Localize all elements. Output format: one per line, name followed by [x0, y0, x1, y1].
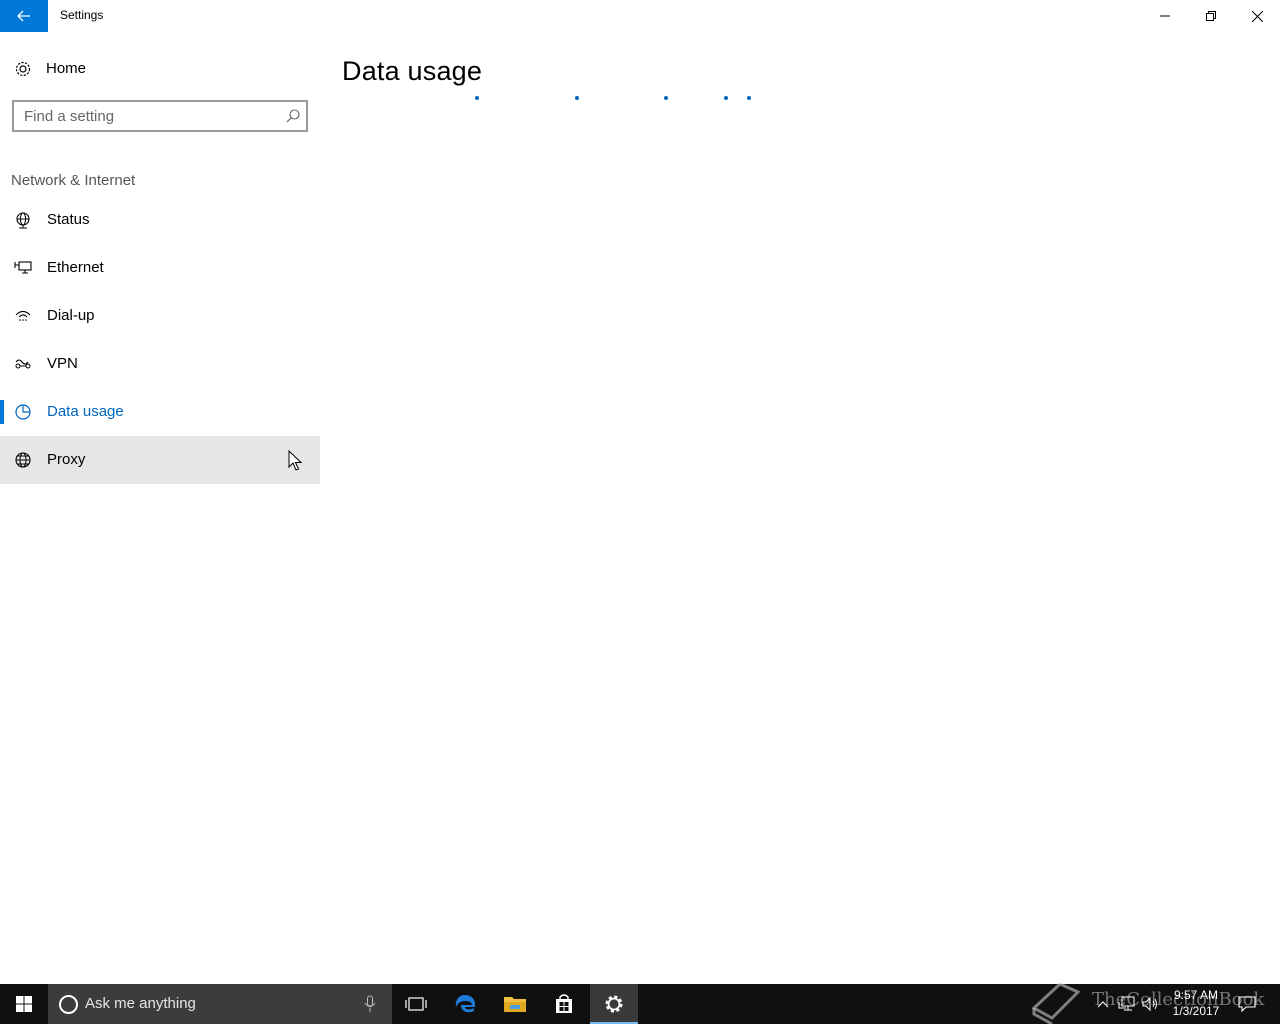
action-center-icon	[1238, 996, 1256, 1012]
mouse-cursor-icon	[288, 450, 302, 471]
taskbar: Ask me anything TheCollectionBook 9:57 A…	[0, 982, 1280, 1024]
section-title: Network & Internet	[11, 172, 136, 189]
dial-up-icon	[15, 310, 31, 321]
file-explorer-icon	[504, 997, 526, 1012]
settings-icon	[605, 995, 623, 1013]
task-view-button[interactable]	[392, 984, 440, 1024]
sidebar-item-label: VPN	[47, 355, 78, 372]
sidebar-item-label: Ethernet	[47, 259, 104, 276]
start-button[interactable]	[0, 984, 48, 1024]
edge-button[interactable]	[441, 984, 489, 1024]
loading-dot	[664, 96, 668, 100]
sidebar-item-data-usage[interactable]: Data usage	[0, 388, 320, 436]
windows-logo-icon	[16, 996, 32, 1012]
vpn-icon	[15, 359, 31, 369]
sidebar-item-label: Dial-up	[47, 307, 95, 324]
cortana-icon	[59, 995, 78, 1014]
sidebar: Home Network & Internet Status Ethernet …	[0, 32, 320, 984]
volume-tray-button[interactable]	[1140, 984, 1162, 1024]
taskbar-clock[interactable]: 9:57 AM 1/3/2017	[1166, 987, 1226, 1019]
loading-dot	[475, 96, 479, 100]
restore-button[interactable]	[1188, 0, 1234, 32]
sidebar-item-dial-up[interactable]: Dial-up	[0, 292, 320, 340]
home-nav-item[interactable]: Home	[0, 44, 320, 92]
home-label: Home	[46, 60, 87, 77]
cortana-placeholder: Ask me anything	[85, 995, 196, 1012]
proxy-globe-icon	[15, 452, 31, 468]
status-globe-icon	[16, 212, 30, 229]
network-icon	[1118, 996, 1135, 1011]
minimize-icon	[1160, 15, 1170, 17]
search-icon	[286, 109, 300, 123]
app-title: Settings	[60, 8, 104, 22]
loading-dot	[747, 96, 751, 100]
store-button[interactable]	[540, 984, 588, 1024]
settings-taskbar-button[interactable]	[590, 984, 638, 1024]
sidebar-item-vpn[interactable]: VPN	[0, 340, 320, 388]
microphone-icon[interactable]	[364, 995, 376, 1013]
data-usage-icon	[15, 404, 31, 420]
sidebar-item-label: Data usage	[47, 403, 124, 420]
watermark-book-icon	[1031, 982, 1081, 1024]
loading-dot	[724, 96, 728, 100]
settings-search-input[interactable]	[14, 102, 284, 130]
task-view-icon	[405, 997, 427, 1011]
close-icon	[1251, 10, 1263, 22]
close-button[interactable]	[1234, 0, 1280, 32]
clock-date: 1/3/2017	[1172, 1004, 1220, 1018]
minimize-button[interactable]	[1142, 0, 1188, 32]
clock-time: 9:57 AM	[1173, 988, 1219, 1002]
ethernet-icon	[14, 261, 32, 274]
network-tray-button[interactable]	[1116, 984, 1138, 1024]
sidebar-item-ethernet[interactable]: Ethernet	[0, 244, 320, 292]
gear-icon	[15, 61, 31, 77]
edge-icon	[455, 995, 476, 1013]
sidebar-item-status[interactable]: Status	[0, 196, 320, 244]
sidebar-item-proxy[interactable]: Proxy	[0, 436, 320, 484]
back-arrow-icon	[17, 10, 30, 22]
action-center-button[interactable]	[1232, 984, 1262, 1024]
file-explorer-button[interactable]	[491, 984, 539, 1024]
store-icon	[556, 994, 572, 1013]
title-bar: Settings	[0, 0, 1280, 32]
restore-icon	[1206, 11, 1216, 21]
show-hidden-icons-button[interactable]	[1094, 984, 1112, 1024]
chevron-up-icon	[1097, 1001, 1109, 1008]
loading-dot	[575, 96, 579, 100]
cortana-search-box[interactable]: Ask me anything	[48, 984, 392, 1024]
settings-search-box[interactable]	[12, 100, 308, 132]
sidebar-item-label: Status	[47, 211, 90, 228]
page-title: Data usage	[342, 56, 483, 86]
speaker-icon	[1142, 996, 1157, 1012]
sidebar-item-label: Proxy	[47, 451, 86, 468]
back-button[interactable]	[0, 0, 48, 32]
